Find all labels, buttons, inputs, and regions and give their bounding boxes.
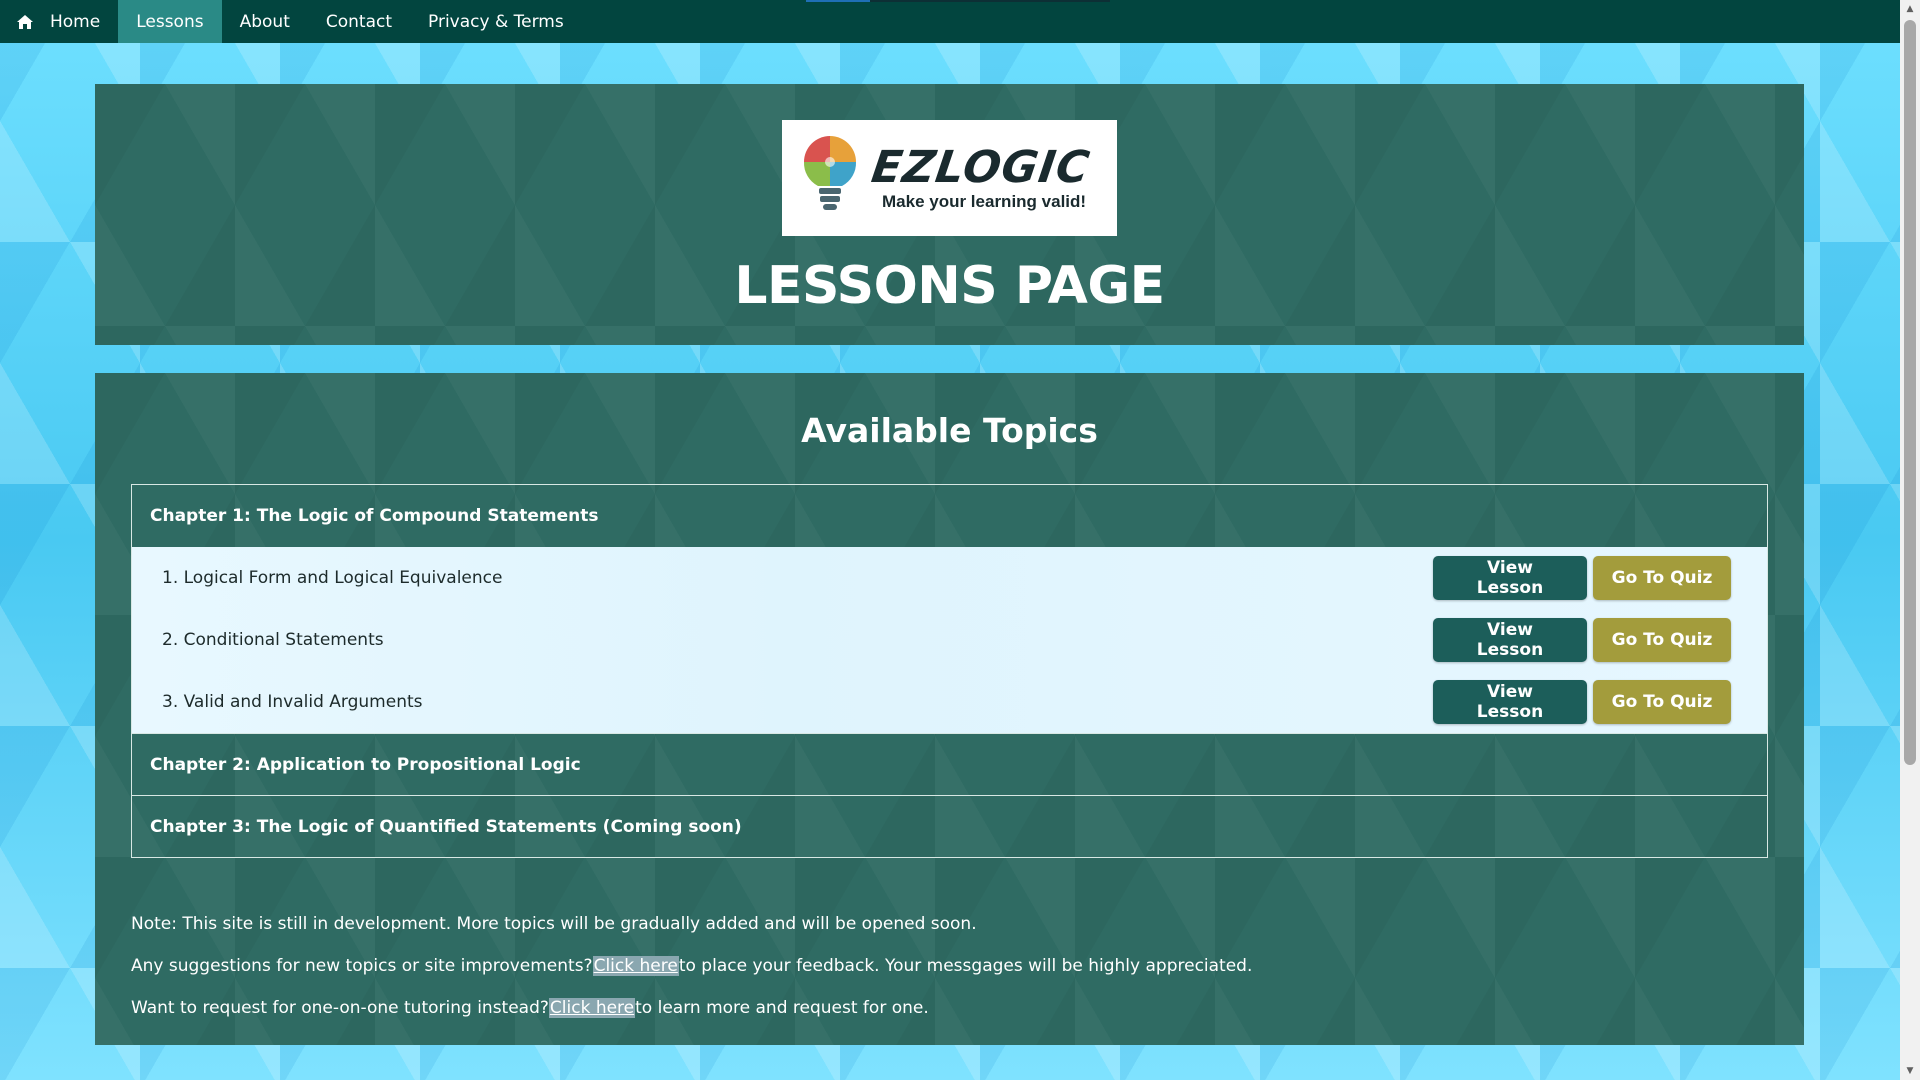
topics-title: Available Topics <box>801 411 1098 450</box>
chapter-2-header[interactable]: Chapter 2: Application to Propositional … <box>132 733 1767 795</box>
lesson-name: 3. Valid and Invalid Arguments <box>162 692 423 712</box>
logo-wordmark: EZLOGIC <box>868 142 1094 193</box>
tutoring-link[interactable]: Click here <box>548 998 636 1018</box>
lesson-row: 1. Logical Form and Logical Equivalence … <box>132 547 1767 609</box>
nav-contact-label: Contact <box>325 11 392 32</box>
go-to-quiz-button[interactable]: Go To Quiz <box>1593 680 1731 724</box>
top-navbar: Home Lessons About Contact Privacy & Ter… <box>0 0 1900 43</box>
nav-about-label: About <box>239 11 290 32</box>
home-icon <box>17 14 33 29</box>
note-tutoring-before: Want to request for one-on-one tutoring … <box>131 998 549 1018</box>
chapter-1-title: Chapter 1: The Logic of Compound Stateme… <box>150 506 599 526</box>
vertical-scrollbar[interactable]: ▲ ▼ <box>1900 0 1920 1080</box>
nav-lessons-label: Lessons <box>136 11 204 32</box>
chapter-2-title: Chapter 2: Application to Propositional … <box>150 754 581 775</box>
chapter-3-title: Chapter 3: The Logic of Quantified State… <box>150 816 742 837</box>
nav-lessons[interactable]: Lessons <box>118 0 222 43</box>
go-to-quiz-button[interactable]: Go To Quiz <box>1593 618 1731 662</box>
nav-about[interactable]: About <box>222 0 308 43</box>
lesson-actions: View Lesson Go To Quiz <box>1433 680 1731 724</box>
lesson-name: 1. Logical Form and Logical Equivalence <box>162 568 503 588</box>
nav-progress-track <box>870 0 1110 2</box>
lesson-name: 2. Conditional Statements <box>162 630 384 650</box>
lesson-actions: View Lesson Go To Quiz <box>1433 556 1731 600</box>
chapters-accordion: Chapter 1: The Logic of Compound Stateme… <box>131 484 1768 858</box>
nav-progress-indicator <box>806 0 870 2</box>
scrollbar-thumb[interactable] <box>1904 20 1916 765</box>
site-notes: Note: This site is still in development.… <box>131 903 1731 1029</box>
logo-tagline: Make your learning valid! <box>882 192 1087 211</box>
nav-privacy-terms[interactable]: Privacy & Terms <box>410 0 582 43</box>
view-lesson-button[interactable]: View Lesson <box>1433 680 1587 724</box>
chapter-1-lessons: 1. Logical Form and Logical Equivalence … <box>132 547 1767 733</box>
note-feedback-after: to place your feedback. Your messgages w… <box>678 956 1253 976</box>
nav-home[interactable]: Home <box>0 0 118 43</box>
chapter-1-header[interactable]: Chapter 1: The Logic of Compound Stateme… <box>132 485 1767 547</box>
nav-home-label: Home <box>50 11 101 32</box>
scroll-up-arrow-icon[interactable]: ▲ <box>1900 0 1920 18</box>
lightbulb-puzzle-icon <box>803 136 857 210</box>
feedback-link[interactable]: Click here <box>592 956 679 976</box>
scroll-down-arrow-icon[interactable]: ▼ <box>1900 1062 1920 1080</box>
topics-panel: Available Topics Chapter 1: The Logic of… <box>95 373 1804 1045</box>
note-tutoring: Want to request for one-on-one tutoring … <box>131 987 1731 1029</box>
note-feedback: Any suggestions for new topics or site i… <box>131 945 1731 987</box>
nav-privacy-terms-label: Privacy & Terms <box>428 11 564 32</box>
page-title: LESSONS PAGE <box>734 256 1165 316</box>
lesson-actions: View Lesson Go To Quiz <box>1433 618 1731 662</box>
note-development: Note: This site is still in development.… <box>131 903 1731 945</box>
note-tutoring-after: to learn more and request for one. <box>635 998 929 1018</box>
view-lesson-button[interactable]: View Lesson <box>1433 618 1587 662</box>
site-logo[interactable]: EZLOGIC Make your learning valid! <box>782 120 1117 236</box>
nav-contact[interactable]: Contact <box>308 0 410 43</box>
note-development-text: Note: This site is still in development.… <box>131 914 977 934</box>
lesson-row: 2. Conditional Statements View Lesson Go… <box>132 609 1767 671</box>
lesson-row: 3. Valid and Invalid Arguments View Less… <box>132 671 1767 733</box>
view-lesson-button[interactable]: View Lesson <box>1433 556 1587 600</box>
header-panel: EZLOGIC Make your learning valid! LESSON… <box>95 84 1804 345</box>
chapter-3-header[interactable]: Chapter 3: The Logic of Quantified State… <box>132 795 1767 857</box>
note-feedback-before: Any suggestions for new topics or site i… <box>131 956 593 976</box>
go-to-quiz-button[interactable]: Go To Quiz <box>1593 556 1731 600</box>
